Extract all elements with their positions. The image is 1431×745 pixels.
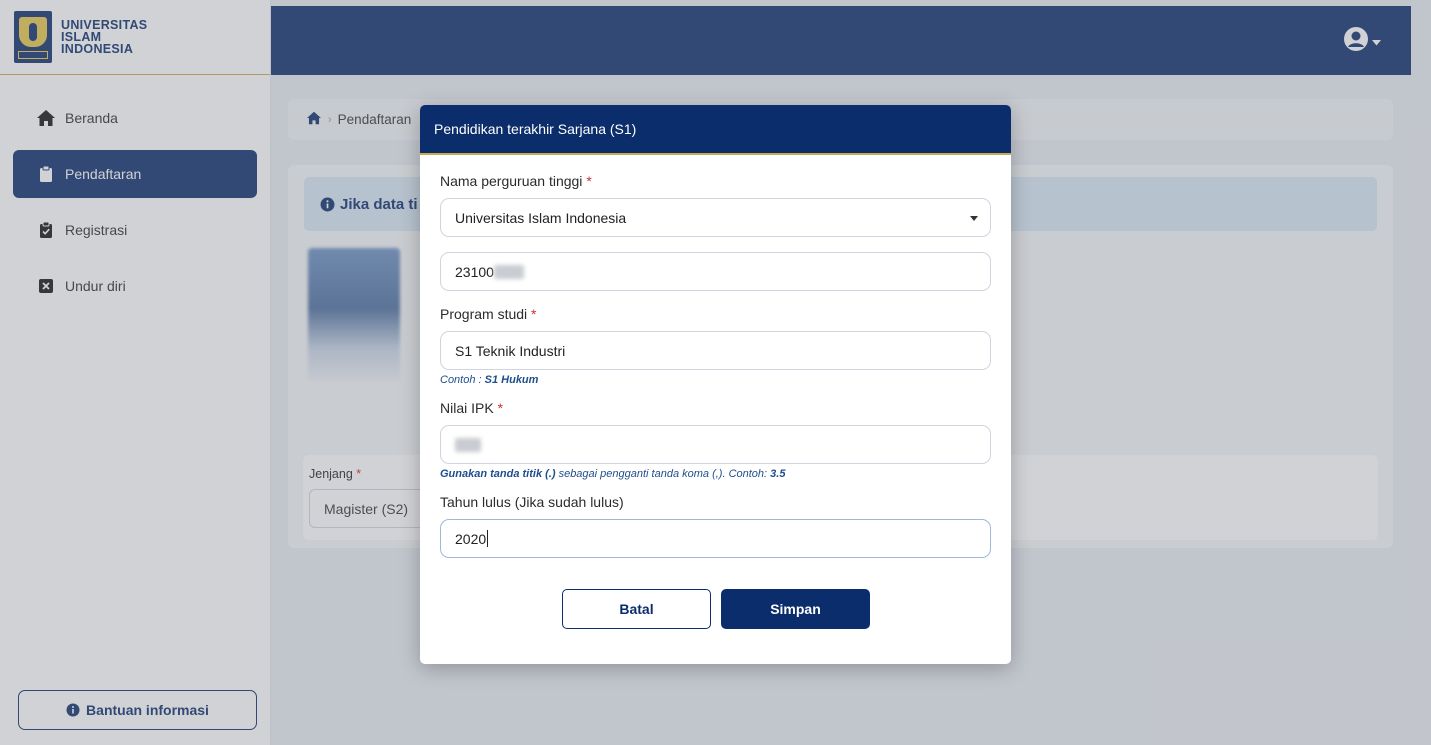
university-label: Nama perguruan tinggi * — [440, 173, 991, 189]
graduation-year-input[interactable]: 2020 — [440, 519, 991, 558]
ipk-hint: Gunakan tanda titik (.) sebagai penggant… — [440, 468, 991, 480]
university-select-value: Universitas Islam Indonesia — [455, 209, 627, 226]
education-modal: Pendidikan terakhir Sarjana (S1) Nama pe… — [420, 105, 1011, 664]
cancel-button[interactable]: Batal — [562, 589, 711, 629]
ipk-hint-text: sebagai pengganti tanda koma (,). Contoh… — [555, 468, 771, 480]
program-input-value: S1 Teknik Industri — [455, 342, 566, 359]
save-button[interactable]: Simpan — [721, 589, 870, 629]
ipk-hint-example: 3.5 — [770, 468, 786, 480]
year-label: Tahun lulus (Jika sudah lulus) — [440, 494, 991, 510]
graduation-year-value: 2020 — [455, 530, 487, 547]
ipk-label-text: Nilai IPK — [440, 400, 494, 416]
program-hint-example: S1 Hukum — [484, 374, 539, 386]
redacted-text — [493, 264, 524, 279]
year-label-text: Tahun lulus (Jika sudah lulus) — [440, 494, 624, 510]
program-input[interactable]: S1 Teknik Industri — [440, 331, 991, 370]
modal-header: Pendidikan terakhir Sarjana (S1) — [420, 105, 1011, 155]
program-hint: Contoh : S1 Hukum — [440, 374, 991, 386]
university-select[interactable]: Universitas Islam Indonesia — [440, 198, 991, 237]
program-hint-prefix: Contoh : — [440, 374, 485, 386]
modal-actions: Batal Simpan — [562, 589, 870, 629]
required-mark: * — [586, 173, 592, 189]
ipk-input[interactable] — [440, 425, 991, 464]
student-id-value: 23100 — [455, 263, 494, 280]
required-mark: * — [531, 306, 537, 322]
university-label-text: Nama perguruan tinggi — [440, 173, 583, 189]
ipk-label: Nilai IPK * — [440, 400, 991, 416]
modal-title: Pendidikan terakhir Sarjana (S1) — [434, 121, 637, 137]
ipk-hint-bold: Gunakan tanda titik (.) — [440, 468, 556, 480]
program-label-text: Program studi — [440, 306, 528, 322]
required-mark: * — [497, 400, 504, 416]
text-cursor — [487, 530, 489, 547]
program-label: Program studi * — [440, 306, 991, 322]
redacted-text — [455, 437, 481, 452]
student-id-input[interactable]: 23100 — [440, 252, 991, 291]
modal-body: Nama perguruan tinggi * Universitas Isla… — [420, 155, 1011, 558]
chevron-down-icon — [970, 216, 978, 221]
